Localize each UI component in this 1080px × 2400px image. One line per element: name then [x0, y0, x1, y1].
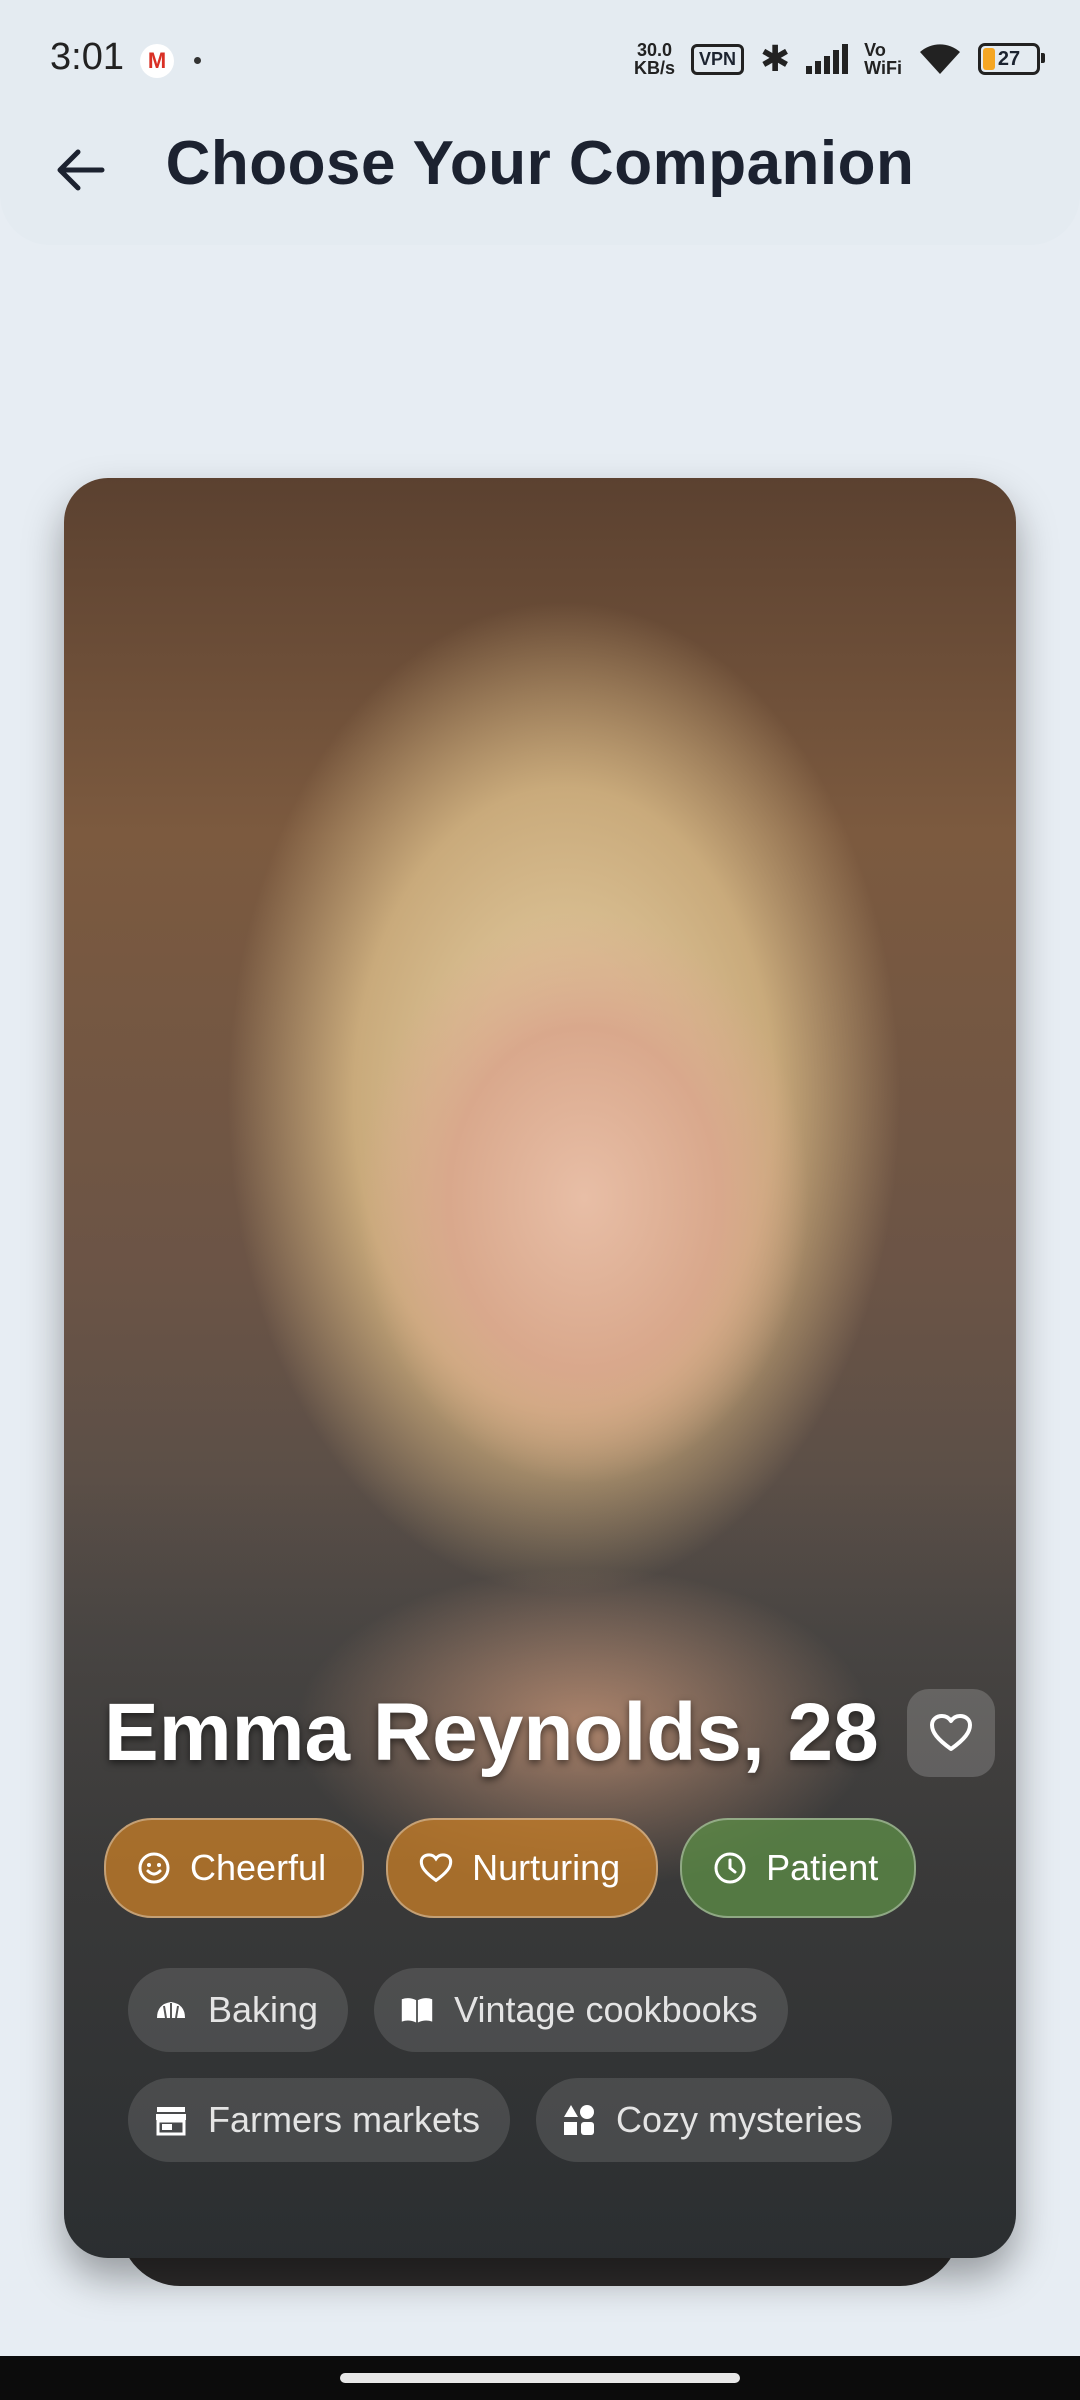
interest-row: Farmers markets Cozy mysteries: [128, 2078, 1016, 2162]
bluetooth-icon: ✱: [760, 38, 791, 79]
status-icons: 30.0 KB/s VPN ✱ Vo WiFi 27: [633, 38, 1045, 80]
companion-name-row: Emma Reynolds, 28: [104, 1686, 995, 1780]
page-title: Choose Your Companion: [165, 129, 915, 198]
interest-label: Farmers markets: [208, 2099, 481, 2140]
smiley-icon: [136, 1850, 172, 1886]
home-indicator[interactable]: [340, 2373, 740, 2383]
interest-chip-baking[interactable]: Baking: [128, 1968, 349, 2052]
trait-chip-patient[interactable]: Patient: [680, 1818, 917, 1918]
interest-chip-vintage-cookbooks[interactable]: Vintage cookbooks: [374, 1968, 788, 2052]
trait-chips: Cheerful Nurturing Patient: [104, 1818, 917, 1918]
signal-icon: [806, 44, 849, 74]
notification-dot: [194, 57, 201, 64]
trait-label: Nurturing: [472, 1847, 621, 1888]
vpn-badge: VPN: [690, 43, 744, 75]
battery-icon: 27: [978, 43, 1045, 75]
status-bar: 3:01 M 30.0 KB/s VPN ✱ Vo WiFi 27: [0, 0, 1080, 120]
bakery-icon: [154, 1993, 188, 2027]
trait-chip-nurturing[interactable]: Nurturing: [386, 1818, 659, 1918]
trait-label: Cheerful: [190, 1847, 327, 1888]
heart-outline-icon: [929, 1714, 972, 1751]
companion-name: Emma Reynolds, 28: [104, 1687, 879, 1778]
trait-label: Patient: [766, 1847, 879, 1888]
favorite-button[interactable]: [906, 1689, 995, 1777]
interest-row: Baking Vintage cookbooks: [128, 1968, 1016, 2052]
network-speed: 30.0 KB/s: [633, 40, 675, 78]
companion-card[interactable]: Emma Reynolds, 28 Cheerful Nurturing Pat…: [64, 478, 1016, 2258]
interest-label: Vintage cookbooks: [454, 1989, 758, 2030]
status-time: 3:01: [50, 36, 124, 78]
vowifi-label: Vo WiFi: [864, 40, 902, 78]
heart-icon: [418, 1850, 454, 1886]
interest-label: Cozy mysteries: [616, 2099, 863, 2140]
interest-label: Baking: [208, 1989, 319, 2030]
trait-chip-cheerful[interactable]: Cheerful: [104, 1818, 365, 1918]
interest-chip-farmers-markets[interactable]: Farmers markets: [128, 2078, 511, 2162]
interest-chips: Baking Vintage cookbooks Farmers markets: [128, 1968, 1016, 2188]
category-icon: [562, 2103, 596, 2137]
storefront-icon: [154, 2103, 188, 2137]
wifi-icon: [918, 42, 962, 76]
book-icon: [400, 1993, 434, 2027]
clock-icon: [712, 1850, 748, 1886]
gmail-icon: M: [140, 44, 174, 78]
interest-chip-cozy-mysteries[interactable]: Cozy mysteries: [536, 2078, 893, 2162]
